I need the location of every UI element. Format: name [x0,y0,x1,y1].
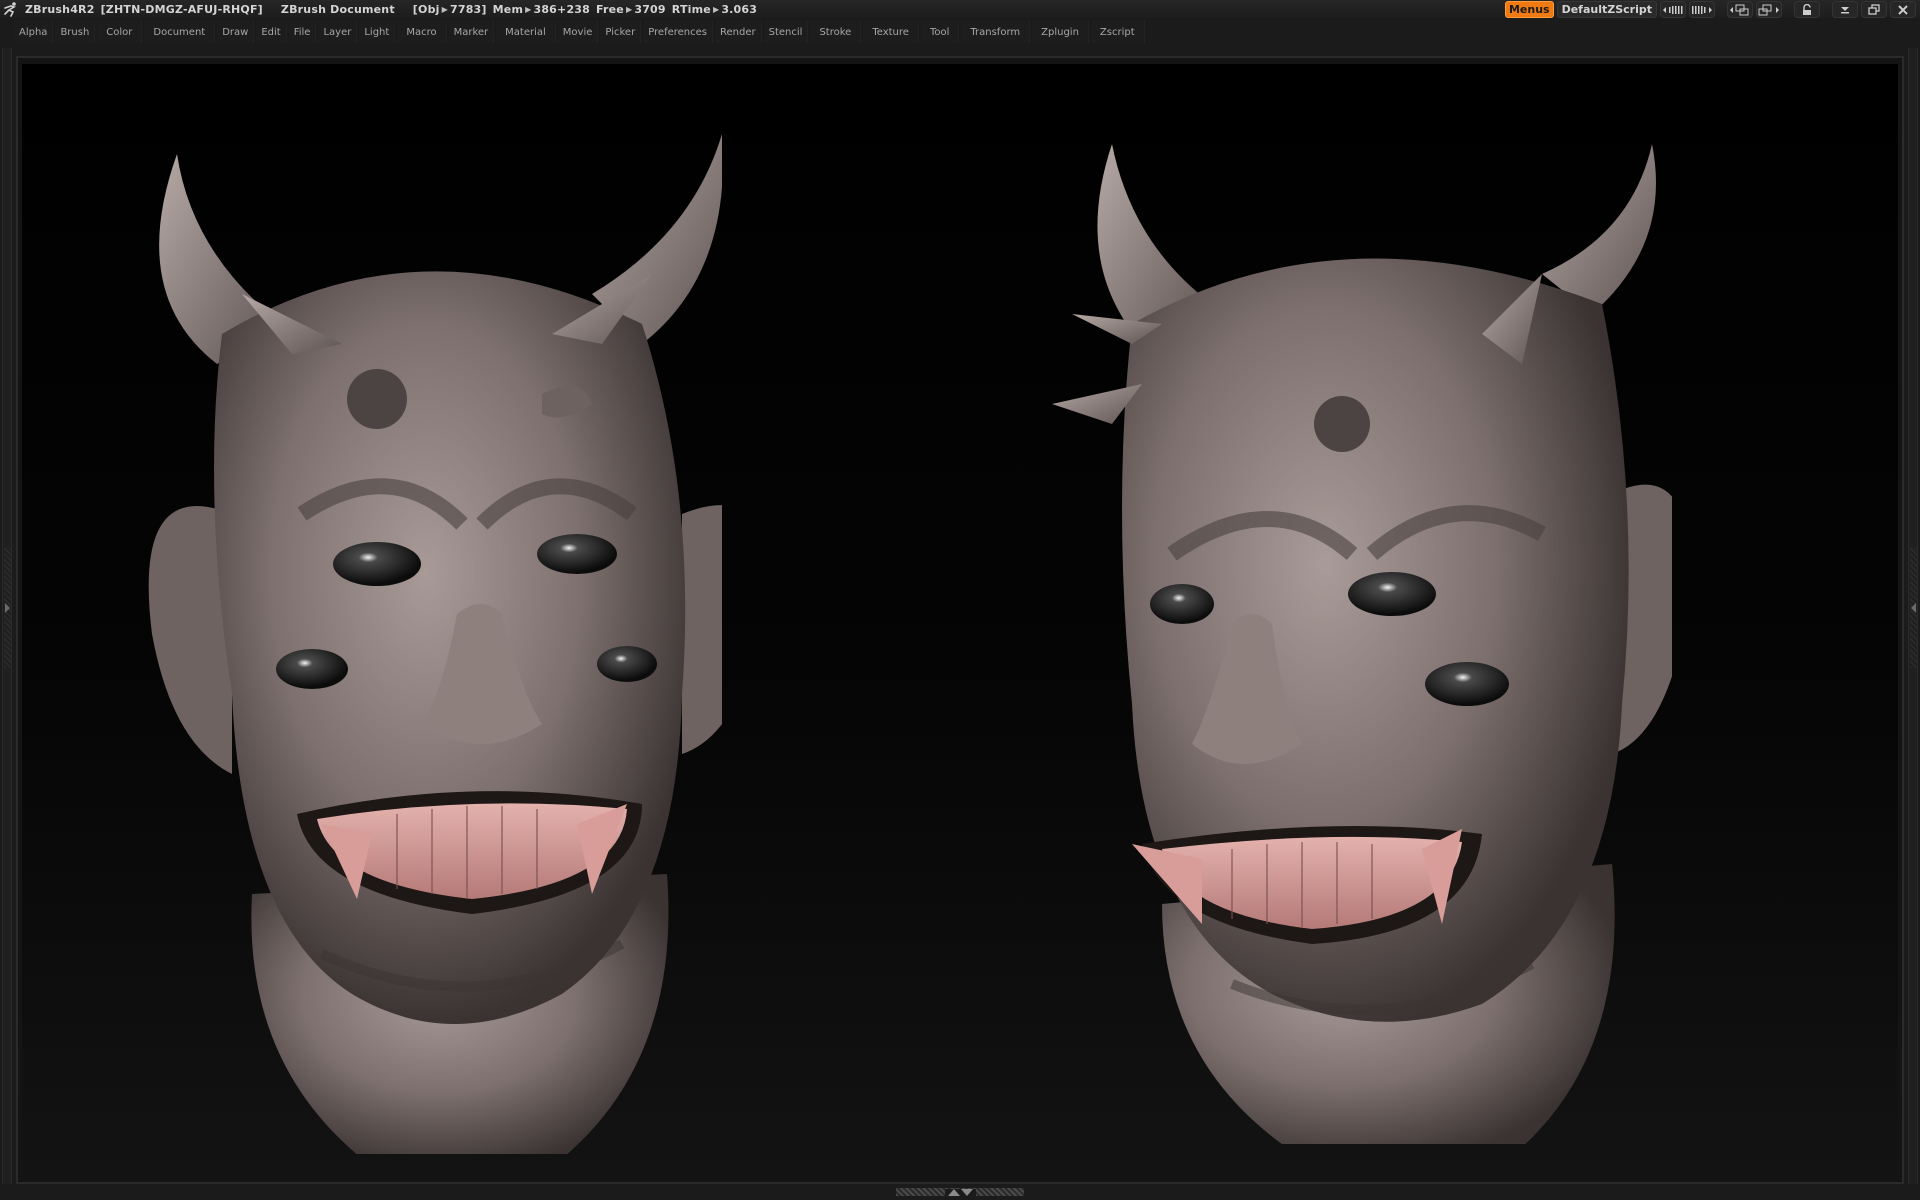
eye [1425,662,1509,706]
demon-head-three-quarter-view [1052,144,1672,1144]
menu-stencil[interactable]: Stencil [763,21,809,43]
menu-stroke[interactable]: Stroke [810,21,862,43]
menu-alpha[interactable]: Alpha [14,21,54,43]
eye [1348,572,1436,616]
menu-light[interactable]: Light [359,21,396,43]
title-controls: Menus DefaultZScript [1504,1,1916,18]
title-bar: ZBrush4R2 [ZHTN-DMGZ-AFUJ-RHQF] ZBrush D… [0,0,1920,18]
stat-obj-value: 7783] [449,2,487,16]
lock-button[interactable] [1794,1,1820,18]
close-icon [1898,4,1908,15]
eye [276,649,348,689]
document-canvas-frame [16,56,1904,1184]
menu-preferences[interactable]: Preferences [643,21,714,43]
menu-render[interactable]: Render [715,21,762,43]
ui-next-icon [1758,4,1779,15]
stat-rtime-label: RTime [671,2,711,16]
stat-mem-value: 386+238 [533,2,591,16]
expand-left-icon [1911,603,1916,613]
ui-prev-button[interactable] [1727,1,1753,18]
stat-rtime-value: 3.063 [721,2,758,16]
horn-right [1542,144,1656,314]
menu-edit[interactable]: Edit [256,21,287,43]
arrow-icon: ▶ [712,4,720,14]
ui-next-button[interactable] [1756,1,1782,18]
menu-tool[interactable]: Tool [920,21,960,43]
arrow-icon: ▶ [441,4,448,14]
menu-color[interactable]: Color [97,21,143,43]
ear-right [682,505,722,754]
menu-file[interactable]: File [288,21,317,43]
demon-head-front-view [148,134,722,1154]
arrow-icon: ▶ [625,4,633,14]
restore-button[interactable] [1861,1,1887,18]
menu-zplugin[interactable]: Zplugin [1032,21,1089,43]
stat-free-value: 3709 [634,2,666,16]
menu-texture[interactable]: Texture [863,21,919,43]
eye [537,534,617,574]
menu-transform[interactable]: Transform [961,21,1031,43]
expand-down-icon [960,1188,973,1196]
license-key: [ZHTN-DMGZ-AFUJ-RHQF] [100,2,263,16]
eye [597,646,657,682]
layout-prev-icon [1663,5,1683,14]
stat-free-label: Free [596,2,624,16]
close-button[interactable] [1890,1,1916,18]
menu-brush[interactable]: Brush [55,21,96,43]
menu-movie[interactable]: Movie [557,21,599,43]
menu-macro[interactable]: Macro [397,21,447,43]
layout-next-icon [1692,5,1712,14]
menus-button[interactable]: Menus [1504,1,1554,18]
lock-icon [1803,3,1811,15]
menu-picker[interactable]: Picker [600,21,642,43]
stat-rtime: RTime ▶ 3.063 [672,3,757,16]
eye [1150,584,1214,624]
menu-document[interactable]: Document [144,21,216,43]
expand-right-icon [5,603,10,613]
right-tray [1908,48,1918,1184]
menu-marker[interactable]: Marker [448,21,495,43]
zbrush-logo-icon[interactable] [0,0,22,18]
app-name: ZBrush4R2 [25,2,95,16]
menu-bar: Alpha Brush Color Document Draw Edit Fil… [14,20,1147,44]
layout-prev-button[interactable] [1660,1,1686,18]
left-tray [2,48,12,1184]
document-name: ZBrush Document [280,2,395,16]
stat-mem-label: Mem [492,2,524,16]
forehead-spike [1314,396,1370,452]
menu-zscript[interactable]: Zscript [1090,21,1145,43]
right-tray-toggle[interactable] [1910,548,1917,668]
stat-free: Free ▶ 3709 [596,3,666,16]
menu-layer[interactable]: Layer [318,21,358,43]
eye [333,542,421,586]
default-zscript-button[interactable]: DefaultZScript [1556,1,1657,18]
minimize-button[interactable] [1832,1,1858,18]
layout-next-button[interactable] [1689,1,1715,18]
forehead-spike [347,369,407,429]
menu-draw[interactable]: Draw [217,21,255,43]
expand-up-icon [947,1188,960,1196]
minimize-icon [1841,6,1849,13]
bottom-tray-toggle[interactable] [896,1188,1024,1196]
stat-obj: [Obj ▶ 7783] [413,3,487,16]
left-tray-toggle[interactable] [4,548,11,668]
stats-readout: [Obj ▶ 7783] Mem ▶ 386+238 Free ▶ 3709 RTime ▶ 3… [413,3,757,16]
menu-material[interactable]: Material [496,21,556,43]
ui-prev-icon [1730,4,1749,15]
restore-icon [1868,3,1880,15]
stat-mem: Mem ▶ 386+238 [493,3,590,16]
stat-obj-label: [Obj [412,2,440,16]
document-canvas[interactable] [22,64,1898,1176]
arrow-icon: ▶ [525,4,532,14]
